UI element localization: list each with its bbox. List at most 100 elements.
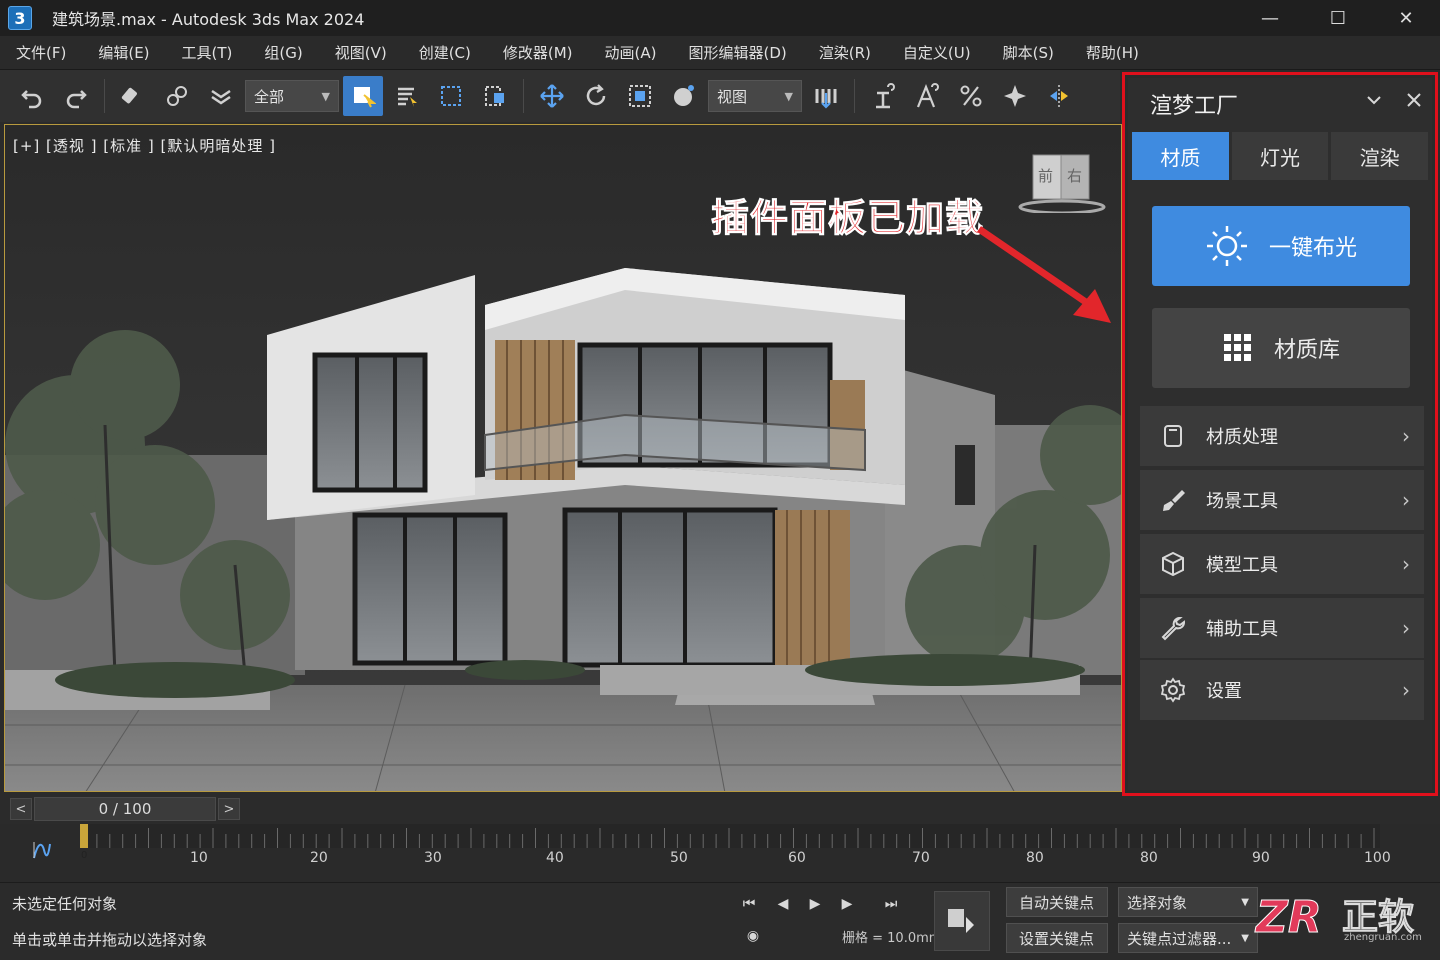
track-bar[interactable]: 0 10 20 30 40 50 60 70 80 80 90 100 [0,824,1440,882]
close-panel-icon[interactable] [1404,90,1424,115]
angle-snap-icon[interactable] [907,76,947,116]
track-frame-start: 0 [81,850,88,861]
panel-item-material-processing[interactable]: 材质处理 › [1140,406,1424,466]
key-filters-value: 关键点过滤器... [1127,929,1232,948]
close-window-button[interactable]: ✕ [1372,0,1440,36]
play-icon[interactable]: ▶ [802,891,828,917]
viewcube-front-face[interactable]: 前 [1038,165,1053,186]
panel-item-helper-tools[interactable]: 辅助工具 › [1140,598,1424,658]
time-next-button[interactable]: > [218,798,240,820]
move-icon[interactable] [532,76,572,116]
panel-item-label: 模型工具 [1206,555,1278,576]
link-icon[interactable] [113,76,153,116]
cup-icon [1140,423,1206,449]
gear-icon [1140,677,1206,703]
material-library-button[interactable]: 材质库 [1152,308,1410,388]
wrench-icon [1140,615,1206,641]
tab-lighting[interactable]: 灯光 [1231,132,1329,180]
undo-icon[interactable] [12,76,52,116]
place-icon[interactable] [664,76,704,116]
material-library-label: 材质库 [1273,338,1340,363]
watermark-url: zhengruan.com [1344,932,1422,943]
select-object-icon[interactable] [343,76,383,116]
unlink-icon[interactable] [157,76,197,116]
track-label-30: 30 [424,850,442,866]
viewport-label[interactable]: [+] [透视 ] [标准 ] [默认明暗处理 ] [13,135,276,156]
panel-item-settings[interactable]: 设置 › [1140,660,1424,720]
pivot-center-icon[interactable] [806,76,846,116]
menu-group[interactable]: 组(G) [248,36,318,70]
reference-coordinate-dropdown[interactable]: 视图 ▼ [708,80,802,112]
maximize-button[interactable]: ☐ [1304,0,1372,36]
selection-status: 未选定任何对象 [12,895,118,913]
rectangular-selection-icon[interactable] [431,76,471,116]
menu-tools[interactable]: 工具(T) [166,36,249,70]
rotate-icon[interactable] [576,76,616,116]
set-key-button[interactable]: 设置关键点 [1006,923,1108,953]
tab-render[interactable]: 渲染 [1331,132,1429,180]
key-filters-dropdown[interactable]: 关键点过滤器... ▼ [1118,923,1258,953]
mirror-icon[interactable] [1039,76,1079,116]
time-config-icon[interactable]: ◉ [740,923,766,949]
minimize-button[interactable]: — [1236,0,1304,36]
percent-snap-icon[interactable] [951,76,991,116]
app-logo-icon[interactable]: 3 [8,6,32,30]
chevron-down-icon: ▼ [321,89,330,103]
chevron-down-icon: ▼ [1241,932,1249,944]
track-ruler[interactable]: 0 [80,824,1380,880]
menu-animation[interactable]: 动画(A) [589,36,673,70]
perspective-viewport[interactable]: [+] [透视 ] [标准 ] [默认明暗处理 ] 前 右 插件面板已加载 [4,124,1122,792]
set-key-mode-icon[interactable] [934,891,990,951]
selection-filter-dropdown[interactable]: 全部 ▼ [245,80,339,112]
menu-help[interactable]: 帮助(H) [1070,36,1155,70]
selected-object-dropdown[interactable]: 选择对象 ▼ [1118,887,1258,917]
snap-toggle-icon[interactable] [863,76,903,116]
menu-create[interactable]: 创建(C) [403,36,487,70]
window-crossing-icon[interactable] [475,76,515,116]
toolbar-divider [523,79,524,113]
chevron-down-icon: ▼ [1241,896,1249,908]
track-label-70: 70 [912,850,930,866]
chevron-down-icon: ▼ [784,89,793,103]
track-label-90: 90 [1252,850,1270,866]
menu-modifiers[interactable]: 修改器(M) [487,36,589,70]
collapse-chevron-icon[interactable] [1364,90,1384,115]
prompt-line: 单击或单击并拖动以选择对象 [12,931,208,949]
selection-filter-value: 全部 [254,87,285,106]
panel-item-label: 辅助工具 [1206,619,1278,640]
time-slider-thumb[interactable]: 0 / 100 [34,797,216,821]
go-to-start-icon[interactable]: ⏮ [736,891,762,917]
brush-icon [1140,487,1206,513]
main-toolbar: 全部 ▼ 视图 ▼ [0,70,1120,122]
menu-graph-editors[interactable]: 图形编辑器(D) [673,36,803,70]
menu-edit[interactable]: 编辑(E) [82,36,165,70]
viewcube[interactable]: 前 右 [1017,153,1107,217]
curve-editor-icon[interactable] [30,838,54,866]
time-prev-button[interactable]: < [10,798,32,820]
redo-icon[interactable] [56,76,96,116]
time-slider: < 0 / 100 > [0,794,1440,824]
menu-bar: 文件(F) 编辑(E) 工具(T) 组(G) 视图(V) 创建(C) 修改器(M… [0,36,1440,70]
track-label-50: 50 [670,850,688,866]
panel-item-model-tools[interactable]: 模型工具 › [1140,534,1424,594]
viewcube-right-face[interactable]: 右 [1067,165,1082,186]
panel-item-scene-tools[interactable]: 场景工具 › [1140,470,1424,530]
one-click-lighting-button[interactable]: 一键布光 [1152,206,1410,286]
select-by-name-icon[interactable] [387,76,427,116]
menu-file[interactable]: 文件(F) [0,36,82,70]
go-to-end-icon[interactable]: ⏭ [878,891,904,917]
window-controls: — ☐ ✕ [1236,0,1440,36]
sun-icon [1206,226,1247,266]
grid-size: 栅格 = 10.0mm [842,931,942,946]
menu-customize[interactable]: 自定义(U) [887,36,987,70]
scale-icon[interactable] [620,76,660,116]
previous-frame-icon[interactable]: ◀ [770,891,796,917]
spinner-snap-icon[interactable] [995,76,1035,116]
bind-space-warp-icon[interactable] [201,76,241,116]
auto-key-button[interactable]: 自动关键点 [1006,887,1108,917]
menu-views[interactable]: 视图(V) [319,36,403,70]
menu-rendering[interactable]: 渲染(R) [803,36,887,70]
menu-scripting[interactable]: 脚本(S) [987,36,1070,70]
tab-material[interactable]: 材质 [1132,132,1229,180]
next-frame-icon[interactable]: ▶ [834,891,860,917]
